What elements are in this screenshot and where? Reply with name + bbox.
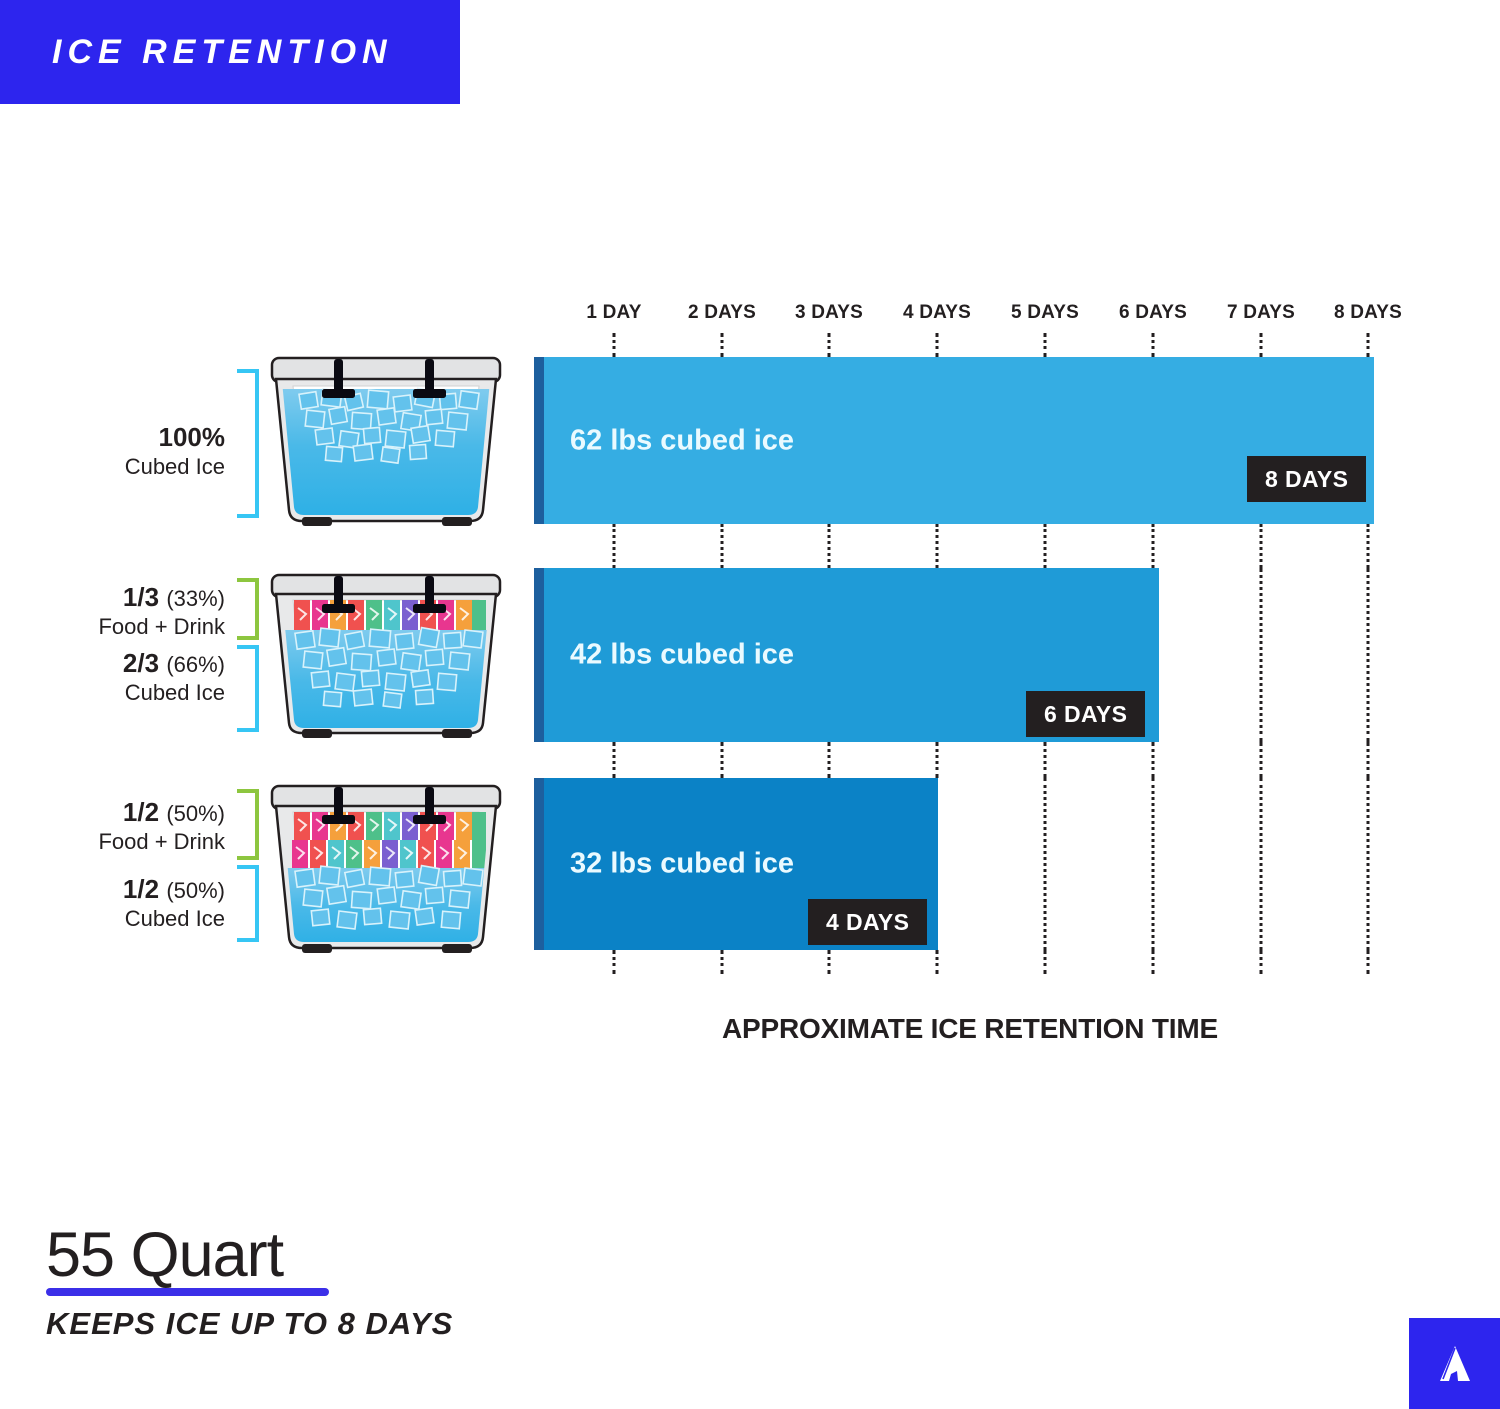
gridline-2-bottom xyxy=(720,950,724,974)
row-2-ice-fraction: 2/3 xyxy=(122,648,160,678)
gridline-5-bottom xyxy=(1043,950,1047,974)
gridline-6-gap2 xyxy=(1151,742,1155,778)
bar-2-days-badge: 6 DAYS xyxy=(1026,691,1146,737)
ice-retention-chart: 1 DAY 2 DAYS 3 DAYS 4 DAYS 5 DAYS 6 DAYS… xyxy=(0,0,1500,1409)
gridline-4-gap2 xyxy=(935,742,939,778)
bar-row-3: 32 lbs cubed ice 4 DAYS xyxy=(0,778,1500,950)
cooler-illustration-1 xyxy=(266,353,506,527)
brand-logo xyxy=(1409,1318,1500,1409)
gridline-8-bottom xyxy=(1366,950,1370,974)
axis-tick-label-8: 8 DAYS xyxy=(1333,302,1403,323)
gridline-6-top xyxy=(1151,333,1155,357)
row-1-percent: 100% xyxy=(158,422,226,452)
bar-3-label: 32 lbs cubed ice xyxy=(570,847,795,880)
bar-row-2: 42 lbs cubed ice 6 DAYS xyxy=(0,568,1500,742)
gridline-3-top xyxy=(827,333,831,357)
row-2-bracket-food-drink xyxy=(237,578,259,640)
gridline-8-gap1 xyxy=(1366,524,1370,568)
bar-1-days-badge: 8 DAYS xyxy=(1247,456,1367,502)
row-3-ice-sublabel: Cubed Ice xyxy=(124,906,225,931)
gridline-6-gap1 xyxy=(1151,524,1155,568)
axis-tick-label-2: 2 DAYS xyxy=(687,302,757,323)
row-1-label-group-cubed-ice: 100% Cubed Ice xyxy=(60,422,225,480)
title-underline-rule xyxy=(46,1288,329,1296)
gridline-6-bottom xyxy=(1151,950,1155,974)
bar-3-days-badge: 4 DAYS xyxy=(808,899,928,945)
gridline-4-bottom xyxy=(935,950,939,974)
gridline-7-bottom xyxy=(1259,950,1263,974)
axis-tick-label-1: 1 DAY xyxy=(586,302,642,323)
row-3-bracket-cubed-ice xyxy=(237,865,259,942)
row-3-ice-fraction: 1/2 xyxy=(122,874,160,904)
gridline-7-top xyxy=(1259,333,1263,357)
row-3-food-paren: (50%) xyxy=(166,801,225,826)
gridline-3-gap1 xyxy=(827,524,831,568)
axis-tick-label-5: 5 DAYS xyxy=(1010,302,1080,323)
row-3-label-group-cubed-ice: 1/2 (50%) Cubed Ice xyxy=(60,874,225,932)
row-2-label-group-cubed-ice: 2/3 (66%) Cubed Ice xyxy=(60,648,225,706)
row-2-ice-percent: 2/3 (66%) xyxy=(60,648,225,679)
gridline-8-top xyxy=(1366,333,1370,357)
gridline-1-bottom xyxy=(612,950,616,974)
row-1-bracket-cubed-ice xyxy=(237,369,259,518)
gridline-8-gap2 xyxy=(1366,742,1370,778)
gridline-2-gap1 xyxy=(720,524,724,568)
row-2-ice-sublabel: Cubed Ice xyxy=(124,680,225,705)
product-tagline: KEEPS ICE UP TO 8 DAYS xyxy=(46,1306,454,1341)
axis-tick-label-6: 6 DAYS xyxy=(1118,302,1188,323)
infographic-page: ICE RETENTION 1 DAY 2 DAYS 3 DAYS 4 DAYS… xyxy=(0,0,1500,1409)
mountain-peak-icon xyxy=(1439,1345,1470,1381)
gridline-7-gap2 xyxy=(1259,742,1263,778)
axis-tick-label-3: 3 DAYS xyxy=(794,302,864,323)
gridline-4-top xyxy=(935,333,939,357)
gridline-1-top xyxy=(612,333,616,357)
product-size-title: 55 Quart xyxy=(46,1220,284,1290)
bar-2-label: 42 lbs cubed ice xyxy=(570,638,795,671)
axis-tick-label-7: 7 DAYS xyxy=(1226,302,1296,323)
row-3-food-sublabel: Food + Drink xyxy=(98,829,225,854)
row-3-ice-percent: 1/2 (50%) xyxy=(60,874,225,905)
row-3-label-group-food-drink: 1/2 (50%) Food + Drink xyxy=(60,797,225,855)
cooler-illustration-3 xyxy=(266,782,506,954)
gridline-3-bottom xyxy=(827,950,831,974)
row-2-label-group-food-drink: 1/3 (33%) Food + Drink xyxy=(60,582,225,640)
row-1-sublabel: Cubed Ice xyxy=(124,454,225,479)
cooler-illustration-2 xyxy=(266,572,506,738)
row-3-food-fraction: 1/2 xyxy=(122,797,160,827)
row-3-bracket-food-drink xyxy=(237,789,259,860)
gridline-1-gap2 xyxy=(612,742,616,778)
row-2-food-fraction: 1/3 xyxy=(122,582,160,612)
bar-1-label: 62 lbs cubed ice xyxy=(570,424,795,456)
gridline-5-gap2 xyxy=(1043,742,1047,778)
gridline-2-gap2 xyxy=(720,742,724,778)
axis-tick-label-4: 4 DAYS xyxy=(902,302,972,323)
row-2-ice-paren: (66%) xyxy=(166,652,225,677)
gridline-3-gap2 xyxy=(827,742,831,778)
row-2-bracket-cubed-ice xyxy=(237,645,259,732)
bar-row-1: 62 lbs cubed ice 8 DAYS xyxy=(0,357,1500,524)
row-3-food-percent: 1/2 (50%) xyxy=(60,797,225,828)
row-3-ice-paren: (50%) xyxy=(166,878,225,903)
gridline-5-gap1 xyxy=(1043,524,1047,568)
gridline-5-top xyxy=(1043,333,1047,357)
row-2-food-sublabel: Food + Drink xyxy=(98,614,225,639)
gridline-2-top xyxy=(720,333,724,357)
row-2-food-percent: 1/3 (33%) xyxy=(60,582,225,613)
row-2-food-paren: (33%) xyxy=(166,586,225,611)
gridline-7-gap1 xyxy=(1259,524,1263,568)
gridline-1-gap1 xyxy=(612,524,616,568)
axis-caption: APPROXIMATE ICE RETENTION TIME xyxy=(722,1013,1218,1044)
gridline-4-gap1 xyxy=(935,524,939,568)
